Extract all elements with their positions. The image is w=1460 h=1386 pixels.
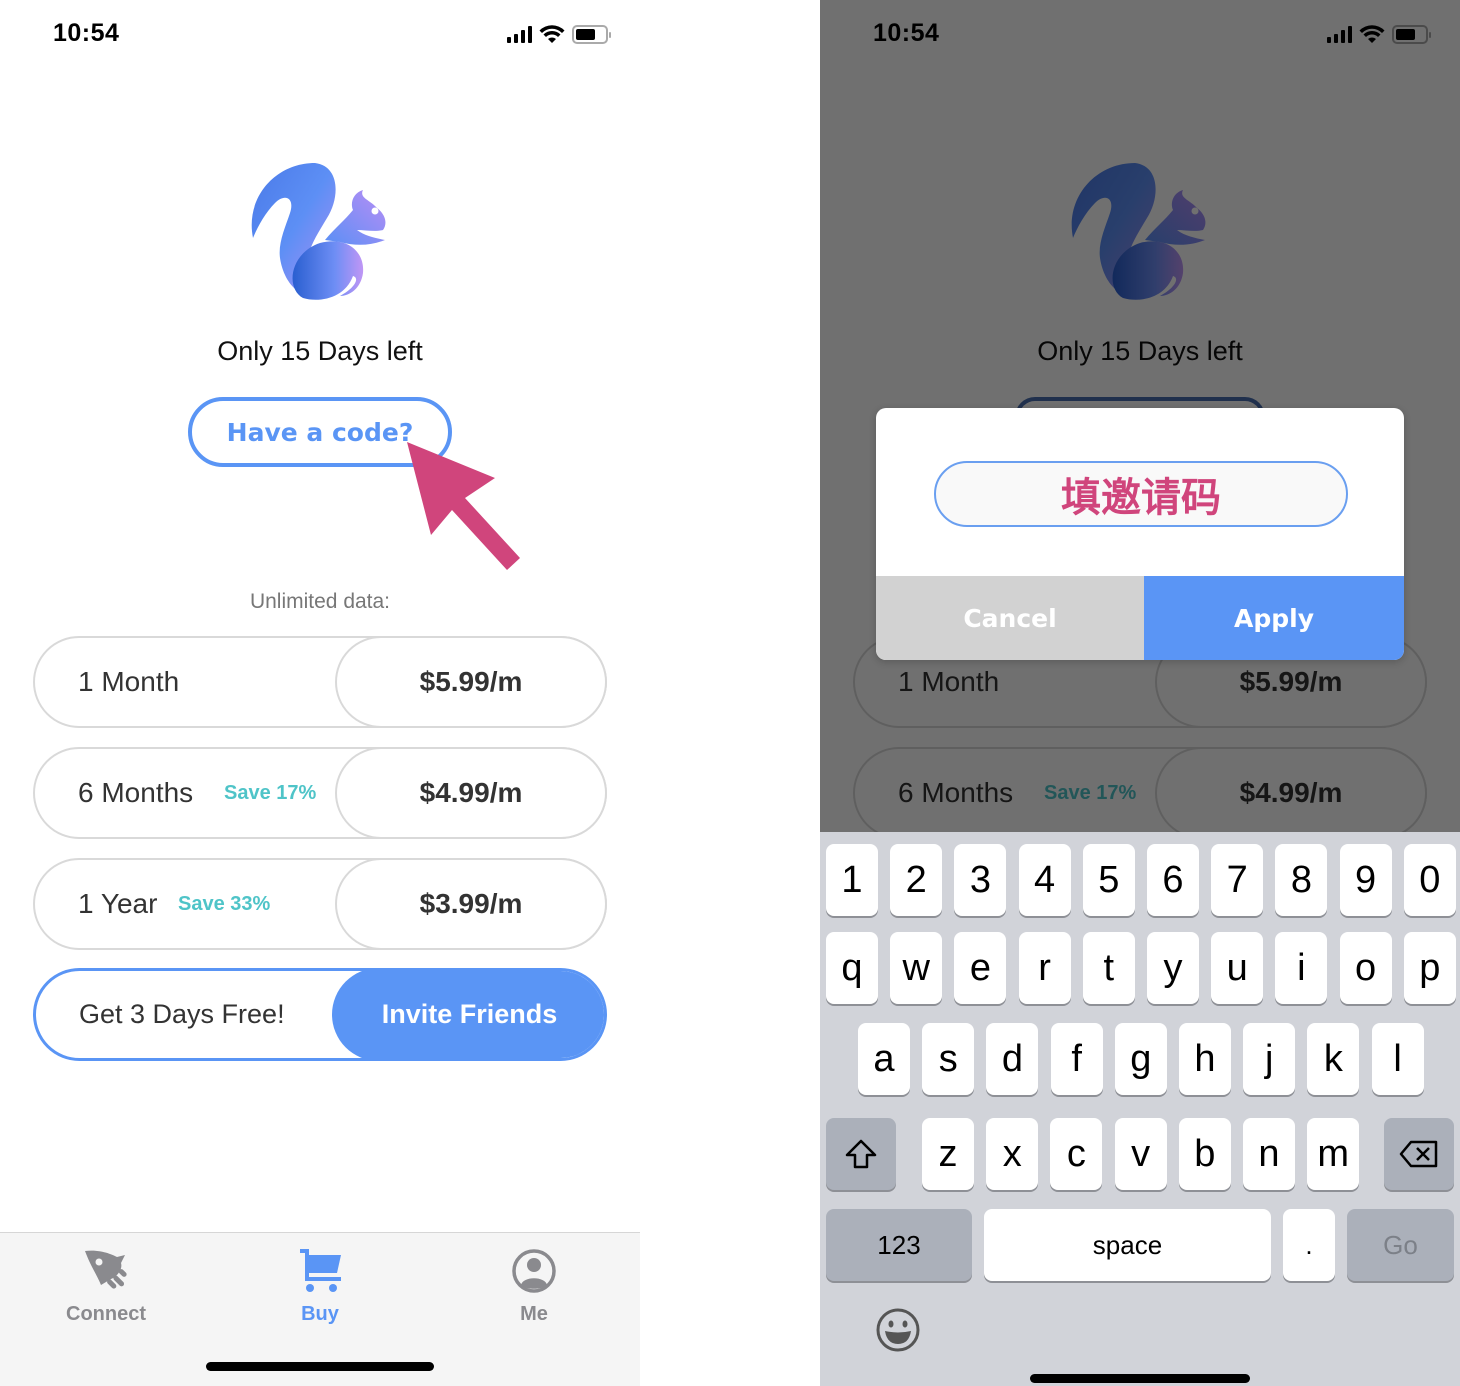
key-z[interactable]: z [922, 1118, 974, 1190]
tab-buy[interactable]: Buy [250, 1247, 390, 1326]
cart-icon [300, 1249, 341, 1292]
key-k[interactable]: k [1307, 1023, 1360, 1095]
save-badge: Save 33% [178, 893, 271, 915]
keyboard: 1234567890 qwertyuiop asdfghjkl zxcvbnm … [820, 832, 1460, 1386]
key-d[interactable]: d [986, 1023, 1039, 1095]
key-h[interactable]: h [1179, 1023, 1231, 1095]
key-n[interactable]: n [1243, 1118, 1295, 1190]
key-o[interactable]: o [1339, 932, 1392, 1004]
key-u[interactable]: u [1211, 932, 1264, 1004]
key-0[interactable]: 0 [1403, 844, 1456, 916]
invite-friends-row[interactable]: Get 3 Days Free! Invite Friends [33, 968, 607, 1061]
squirrel-logo-icon [251, 163, 386, 300]
status-time: 10:54 [53, 19, 120, 47]
key-x[interactable]: x [986, 1118, 1039, 1190]
key-r[interactable]: r [1018, 932, 1071, 1004]
invite-code-input[interactable]: 填邀请码 [934, 461, 1348, 527]
wifi-icon [539, 25, 565, 43]
key-a[interactable]: a [858, 1023, 910, 1095]
plan-1-month[interactable]: 1 Month $5.99/m [33, 636, 607, 728]
space-key[interactable]: space [984, 1209, 1271, 1281]
period-key[interactable]: . [1283, 1209, 1335, 1281]
key-i[interactable]: i [1275, 932, 1328, 1004]
annotation-arrow-icon [407, 442, 520, 570]
tab-label: Me [520, 1303, 548, 1325]
go-key[interactable]: Go [1347, 1209, 1454, 1281]
key-c[interactable]: c [1050, 1118, 1103, 1190]
key-y[interactable]: y [1147, 932, 1199, 1004]
key-1[interactable]: 1 [826, 844, 878, 916]
key-2[interactable]: 2 [890, 844, 943, 916]
rocket-icon [85, 1250, 127, 1289]
key-4[interactable]: 4 [1018, 844, 1071, 916]
emoji-icon[interactable] [874, 1306, 922, 1354]
key-p[interactable]: p [1403, 932, 1456, 1004]
backspace-key[interactable] [1384, 1118, 1454, 1190]
tab-label: Buy [301, 1303, 339, 1325]
key-g[interactable]: g [1114, 1023, 1167, 1095]
plan-price[interactable]: $5.99/m [335, 636, 607, 728]
invite-promo-text: Get 3 Days Free! [79, 999, 285, 1029]
key-9[interactable]: 9 [1339, 844, 1392, 916]
dialog-actions: Cancel Apply [876, 576, 1404, 660]
cancel-button[interactable]: Cancel [876, 576, 1144, 660]
home-indicator [206, 1362, 434, 1371]
key-q[interactable]: q [826, 932, 878, 1004]
status-bar: 10:54 [0, 0, 640, 70]
buy-screen: 10:54 Only 15 Days left Have a code? Unl… [0, 0, 640, 1386]
tab-label: Connect [66, 1303, 146, 1325]
tab-connect[interactable]: Connect [36, 1247, 176, 1326]
code-dialog: 填邀请码 Cancel Apply [876, 408, 1404, 660]
plan-name: 6 Months [78, 777, 194, 808]
apply-button[interactable]: Apply [1144, 576, 1404, 660]
key-j[interactable]: j [1243, 1023, 1296, 1095]
home-indicator [1030, 1374, 1250, 1383]
numbers-key[interactable]: 123 [826, 1209, 972, 1281]
key-t[interactable]: t [1082, 932, 1135, 1004]
tab-me[interactable]: Me [464, 1247, 604, 1326]
key-s[interactable]: s [922, 1023, 975, 1095]
plan-price[interactable]: $4.99/m [335, 747, 607, 839]
key-m[interactable]: m [1307, 1118, 1360, 1190]
key-6[interactable]: 6 [1147, 844, 1199, 916]
plan-6-months[interactable]: 6 Months Save 17% $4.99/m [33, 747, 607, 839]
days-left-text: Only 15 Days left [217, 336, 423, 366]
key-v[interactable]: v [1114, 1118, 1167, 1190]
key-5[interactable]: 5 [1082, 844, 1135, 916]
key-l[interactable]: l [1371, 1023, 1424, 1095]
code-entry-screen: 10:54 Only 15 Days left 1 Month $5.99/m … [820, 0, 1460, 1386]
key-w[interactable]: w [890, 932, 943, 1004]
key-e[interactable]: e [954, 932, 1007, 1004]
save-badge: Save 17% [224, 782, 317, 804]
cellular-signal-icon [507, 25, 532, 43]
plan-name: 1 Month [78, 666, 180, 697]
key-b[interactable]: b [1178, 1118, 1231, 1190]
plan-1-year[interactable]: 1 Year Save 33% $3.99/m [33, 858, 607, 950]
key-3[interactable]: 3 [954, 844, 1007, 916]
key-8[interactable]: 8 [1275, 844, 1328, 916]
unlimited-data-label: Unlimited data: [249, 590, 391, 613]
key-f[interactable]: f [1050, 1023, 1103, 1095]
backspace-icon [1399, 1140, 1438, 1168]
plan-price[interactable]: $3.99/m [335, 858, 607, 950]
profile-icon [512, 1249, 556, 1293]
shift-icon [845, 1139, 877, 1169]
key-7[interactable]: 7 [1211, 844, 1264, 916]
battery-icon [572, 24, 611, 44]
invite-friends-button[interactable]: Invite Friends [332, 971, 604, 1058]
plan-name: 1 Year [78, 888, 158, 919]
shift-key[interactable] [826, 1118, 896, 1190]
status-icons [507, 24, 611, 44]
